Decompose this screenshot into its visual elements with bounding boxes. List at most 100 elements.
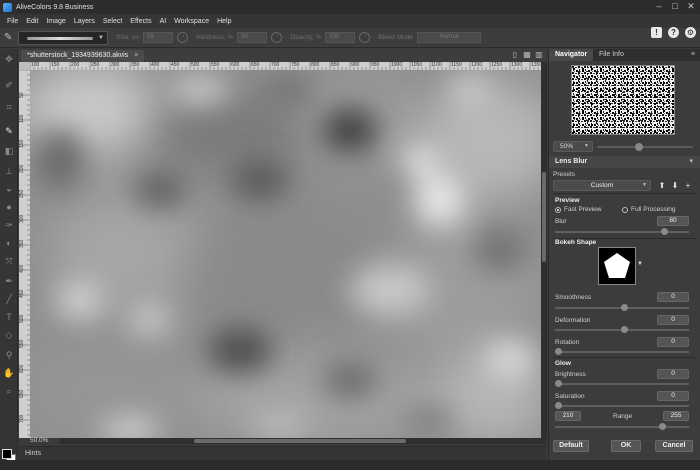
picker-icon[interactable]: ⚲ [3, 349, 15, 361]
warp-icon[interactable]: ⤧ [3, 255, 15, 267]
single-view-icon[interactable]: ▯ [510, 50, 520, 60]
opacity-dial-icon[interactable]: ◔ [359, 32, 371, 43]
status-bar [0, 460, 700, 470]
panel-tabs: Navigator File Info ≡ [549, 49, 700, 61]
pen-icon[interactable]: ✒ [3, 275, 15, 287]
dropper-icon[interactable]: ✑ [3, 219, 15, 231]
menu-effects[interactable]: Effects [126, 18, 155, 25]
opacity-field[interactable]: 100 [325, 32, 356, 43]
range-slider-knob[interactable] [659, 423, 666, 430]
menu-select[interactable]: Select [99, 18, 126, 25]
fast-preview-radio[interactable] [555, 207, 561, 213]
hand-icon[interactable]: ✋ [3, 367, 15, 379]
blur-slider[interactable] [555, 228, 689, 235]
range-max-field[interactable]: 255 [663, 411, 689, 421]
bokeh-shape-preview[interactable] [598, 247, 636, 285]
lasso-icon[interactable]: ✐ [3, 79, 15, 91]
hardness-dial-icon[interactable]: ◔ [271, 32, 283, 43]
save-preset-icon[interactable]: ⬆ [657, 180, 667, 191]
dodge-icon[interactable]: ◐ [3, 237, 15, 249]
settings-icon[interactable]: ⚙ [685, 27, 696, 38]
close-button[interactable]: ✕ [684, 1, 698, 12]
rotation-value-field[interactable]: 0 [657, 337, 689, 347]
line-icon[interactable]: ╱ [3, 293, 15, 305]
maximize-button[interactable]: □ [668, 1, 682, 12]
hints-panel[interactable]: Hints [19, 446, 546, 460]
blur-icon[interactable]: ● [3, 201, 15, 213]
panel-menu-icon[interactable]: ≡ [691, 49, 695, 61]
brightness-value-field[interactable]: 0 [657, 369, 689, 379]
close-tab-icon[interactable]: × [134, 52, 138, 59]
alert-icon[interactable]: ! [651, 27, 662, 38]
saturation-slider-knob[interactable] [555, 402, 562, 409]
menu-ai[interactable]: AI [156, 18, 171, 25]
menu-help[interactable]: Help [213, 18, 235, 25]
document-tab[interactable]: *shutterstock_1934939630.akvis × [21, 50, 145, 62]
foreground-color-swatch[interactable] [2, 449, 12, 459]
menu-edit[interactable]: Edit [22, 18, 42, 25]
tab-file-info[interactable]: File Info [593, 49, 630, 61]
zoom-icon[interactable]: ⌕ [3, 385, 15, 397]
horizontal-scrollbar[interactable] [60, 438, 546, 444]
brush-icon[interactable]: ✎ [3, 125, 15, 137]
image-canvas[interactable] [30, 70, 541, 438]
deformation-slider[interactable] [555, 326, 689, 333]
move-icon[interactable]: ✥ [3, 53, 15, 65]
navigator-thumbnail[interactable] [571, 65, 675, 135]
horizontal-scroll-thumb[interactable] [194, 439, 406, 443]
bokeh-shape-dropdown-icon[interactable]: ▼ [637, 261, 643, 267]
fill-icon[interactable]: ◒ [3, 183, 15, 195]
eraser-icon[interactable]: ◧ [3, 145, 15, 157]
blur-slider-knob[interactable] [661, 228, 668, 235]
size-field[interactable]: 55 [143, 32, 174, 43]
rotation-slider[interactable] [555, 348, 689, 355]
split-view-icon[interactable]: ▥ [534, 50, 544, 60]
brightness-slider[interactable] [555, 380, 689, 387]
vertical-scroll-thumb[interactable] [542, 172, 546, 262]
blur-value-field[interactable]: 80 [657, 216, 689, 226]
help-icon[interactable]: ? [668, 27, 679, 38]
crop-icon[interactable]: ⌗ [3, 101, 15, 113]
ruler-top-label: 900 [351, 62, 360, 68]
shape-icon[interactable]: ◇ [3, 329, 15, 341]
smoothness-value-field[interactable]: 0 [657, 292, 689, 302]
menu-file[interactable]: File [3, 18, 22, 25]
default-button[interactable]: Default [553, 440, 589, 452]
blend-mode-select[interactable]: Normal [417, 32, 481, 43]
saturation-value-field[interactable]: 0 [657, 391, 689, 401]
size-dial-icon[interactable]: ◔ [177, 32, 189, 43]
range-min-field[interactable]: 210 [555, 411, 581, 421]
full-processing-radio[interactable] [622, 207, 628, 213]
presets-select[interactable]: Custom ▼ [553, 180, 651, 191]
ok-button[interactable]: OK [611, 440, 641, 452]
hardness-field[interactable]: 50 [237, 32, 268, 43]
minimize-button[interactable]: – [652, 1, 666, 12]
add-preset-icon[interactable]: + [683, 180, 693, 191]
stamp-icon[interactable]: ⊥ [3, 165, 15, 177]
zoom-slider-knob[interactable] [635, 143, 643, 151]
menu-image[interactable]: Image [42, 18, 69, 25]
vertical-scrollbar[interactable] [541, 62, 547, 438]
deformation-slider-knob[interactable] [621, 326, 628, 333]
grid-view-icon[interactable]: ▦ [522, 50, 532, 60]
load-preset-icon[interactable]: ⬇ [670, 180, 680, 191]
tab-navigator[interactable]: Navigator [549, 49, 594, 61]
smoothness-slider-knob[interactable] [621, 304, 628, 311]
menu-layers[interactable]: Layers [70, 18, 99, 25]
deformation-label: Deformation [555, 317, 591, 324]
document-tab-label: *shutterstock_1934939630.akvis [27, 52, 129, 59]
brightness-slider-knob[interactable] [555, 380, 562, 387]
menu-workspace[interactable]: Workspace [170, 18, 213, 25]
saturation-slider[interactable] [555, 402, 689, 409]
navigator-zoom-slider[interactable] [597, 143, 693, 151]
deformation-value-field[interactable]: 0 [657, 315, 689, 325]
range-slider[interactable] [555, 423, 689, 430]
text-icon[interactable]: T [3, 311, 15, 323]
brush-preset-selector[interactable]: ▼ [18, 30, 108, 45]
smoothness-slider[interactable] [555, 304, 689, 311]
cancel-button[interactable]: Cancel [655, 440, 693, 452]
chevron-down-icon[interactable]: ▾ [689, 156, 693, 168]
navigator-zoom-select[interactable]: 50% ▼ [553, 141, 593, 152]
ruler-left-label: 150 [19, 139, 25, 148]
rotation-slider-knob[interactable] [555, 348, 562, 355]
